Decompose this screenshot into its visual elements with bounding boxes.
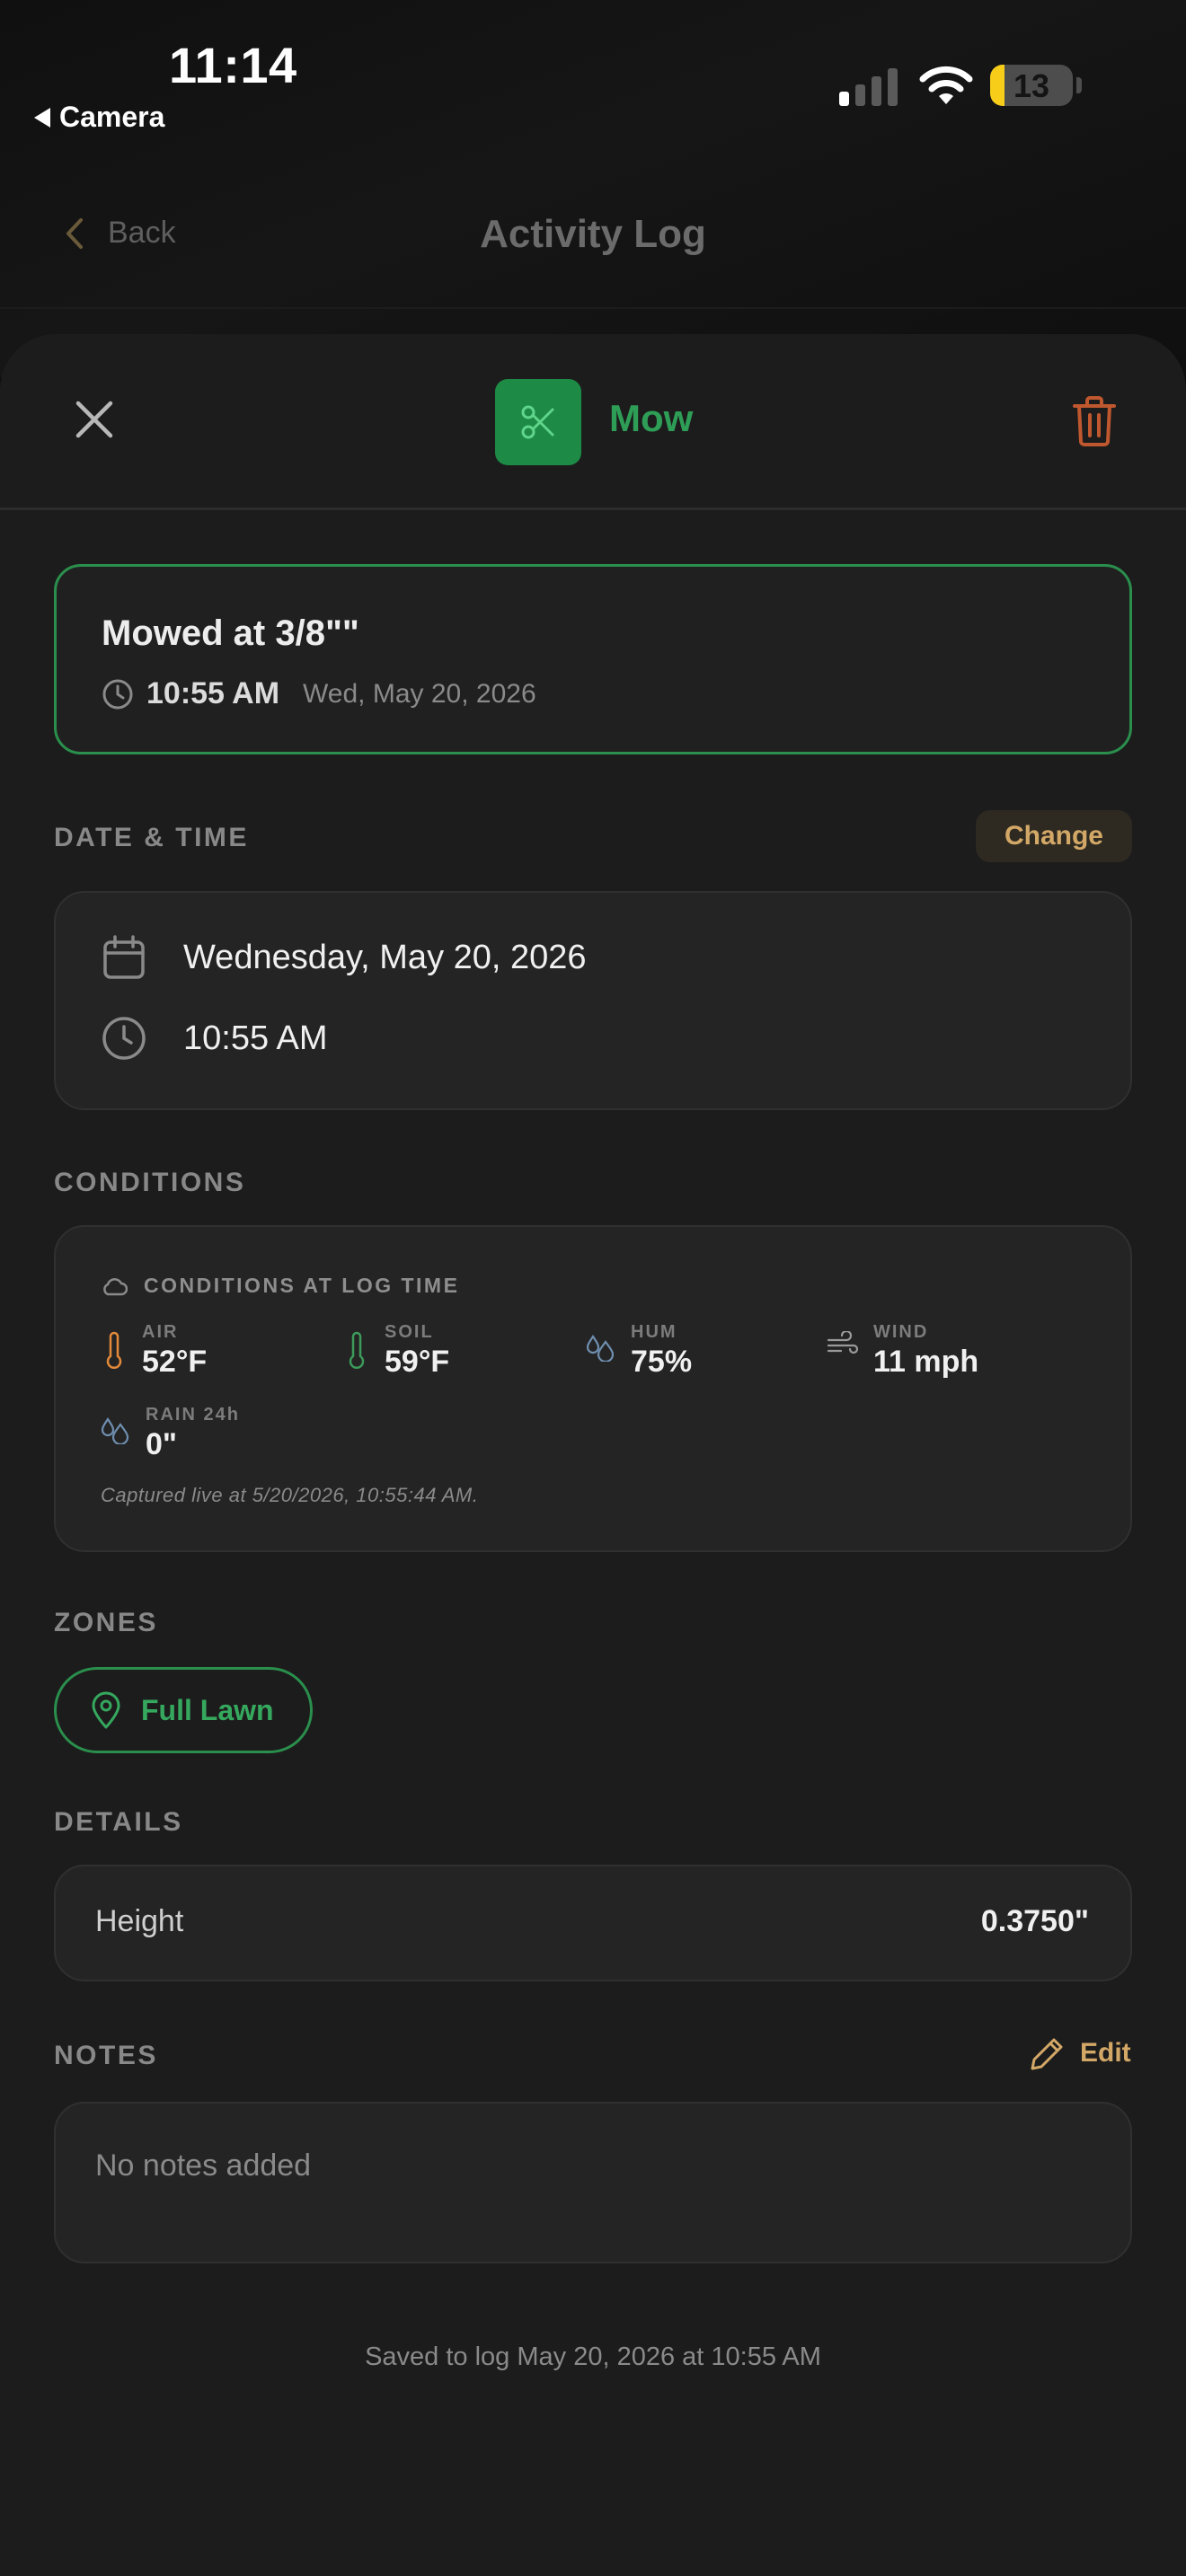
metric-wind: WIND 11 mph — [827, 1322, 978, 1380]
section-label-notes: NOTES — [54, 2041, 158, 2070]
back-to-app-link[interactable]: Camera — [34, 101, 164, 134]
date-row[interactable]: Wednesday, May 20, 2026 — [101, 934, 587, 981]
thermometer-icon — [106, 1331, 122, 1369]
droplets-icon — [586, 1335, 615, 1362]
zone-chip-full-lawn[interactable]: Full Lawn — [54, 1667, 313, 1753]
section-label-conditions: CONDITIONS — [54, 1168, 246, 1197]
close-button[interactable] — [63, 388, 126, 451]
activity-summary-card: Mowed at 3/8"" 10:55 AM Wed, May 20, 202… — [54, 564, 1132, 754]
summary-time-row: 10:55 AM Wed, May 20, 2026 — [102, 676, 536, 711]
section-label-date-time: DATE & TIME — [54, 823, 249, 852]
metric-label: RAIN 24h — [146, 1405, 240, 1425]
summary-date: Wed, May 20, 2026 — [303, 678, 536, 709]
conditions-captured-note: Captured live at 5/20/2026, 10:55:44 AM. — [101, 1484, 479, 1506]
conditions-card: CONDITIONS AT LOG TIME AIR 52°F SOIL 59°… — [54, 1225, 1132, 1552]
activity-name: Mow — [609, 397, 694, 439]
thermometer-icon — [349, 1331, 365, 1369]
detail-value: 0.3750" — [980, 1904, 1089, 1938]
metric-value: 52°F — [142, 1345, 208, 1379]
metric-air: AIR 52°F — [101, 1322, 207, 1380]
battery-icon: 13 — [990, 65, 1073, 106]
date-time-card: Wednesday, May 20, 2026 10:55 AM — [54, 891, 1132, 1110]
cellular-signal-icon — [839, 66, 898, 106]
notes-card[interactable]: No notes added — [54, 2102, 1132, 2263]
edit-notes-button[interactable]: Edit — [1030, 2035, 1131, 2071]
metric-value: 0" — [146, 1427, 178, 1461]
calendar-icon — [103, 935, 145, 979]
metric-value: 11 mph — [873, 1345, 979, 1379]
sheet-header: Mow — [0, 334, 1186, 510]
metric-soil: SOIL 59°F — [343, 1322, 449, 1380]
metric-humidity: HUM 75% — [586, 1322, 692, 1380]
time-value: 10:55 AM — [183, 1019, 328, 1057]
delete-button[interactable] — [1066, 392, 1123, 451]
scissors-icon — [521, 405, 554, 439]
metric-label: AIR — [142, 1322, 179, 1342]
metric-value: 75% — [631, 1345, 693, 1379]
pencil-icon — [1031, 2038, 1063, 2070]
map-pin-icon — [92, 1691, 120, 1729]
clock-icon — [102, 1017, 146, 1060]
wind-icon — [827, 1331, 859, 1354]
trash-icon — [1073, 396, 1116, 446]
back-app-label: Camera — [59, 101, 165, 133]
detail-key: Height — [95, 1904, 184, 1938]
metric-label: HUM — [631, 1322, 677, 1342]
metric-label: WIND — [873, 1322, 929, 1342]
activity-type-badge — [495, 379, 581, 465]
back-triangle-icon — [34, 107, 50, 128]
metric-value: 59°F — [385, 1345, 450, 1379]
time-row[interactable]: 10:55 AM — [101, 1015, 328, 1062]
conditions-header-label: CONDITIONS AT LOG TIME — [144, 1274, 460, 1297]
date-value: Wednesday, May 20, 2026 — [183, 938, 587, 976]
battery-tip — [1076, 77, 1082, 93]
metric-label: SOIL — [385, 1322, 434, 1342]
notes-placeholder: No notes added — [95, 2148, 312, 2183]
details-card: Height 0.3750" — [54, 1865, 1132, 1981]
section-label-zones: ZONES — [54, 1608, 158, 1637]
droplets-icon — [101, 1417, 129, 1444]
cloud-icon — [103, 1277, 128, 1295]
wifi-icon — [919, 66, 973, 104]
summary-time: 10:55 AM — [146, 676, 280, 710]
section-label-details: DETAILS — [54, 1807, 183, 1837]
nav-divider — [0, 307, 1186, 309]
conditions-header: CONDITIONS AT LOG TIME — [101, 1274, 459, 1298]
edit-notes-label: Edit — [1080, 2038, 1131, 2068]
activity-detail-sheet: Mow Mowed at 3/8"" 10:55 AM Wed, May 20,… — [0, 334, 1186, 2576]
change-date-button[interactable]: Change — [976, 810, 1132, 862]
summary-title: Mowed at 3/8"" — [102, 613, 359, 653]
nav-title: Activity Log — [480, 212, 706, 256]
close-icon — [75, 401, 113, 438]
battery-level: 13 — [1013, 67, 1050, 104]
clock-icon — [102, 679, 133, 709]
zone-label: Full Lawn — [141, 1693, 274, 1726]
status-time: 11:14 — [169, 37, 297, 93]
saved-timestamp: Saved to log May 20, 2026 at 10:55 AM — [365, 2342, 821, 2371]
metric-rain: RAIN 24h 0" — [101, 1405, 240, 1462]
